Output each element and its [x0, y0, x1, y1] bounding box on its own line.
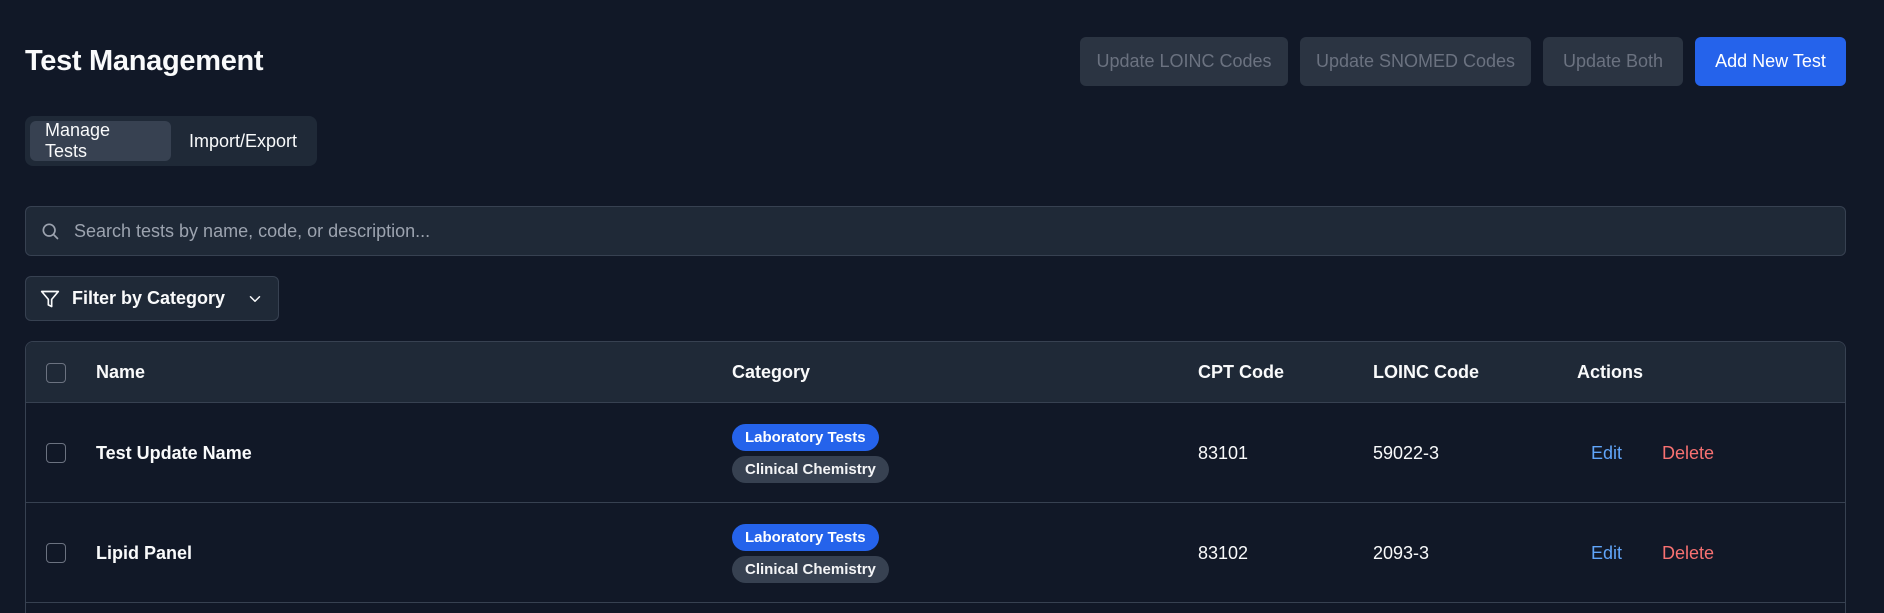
add-new-test-button[interactable]: Add New Test — [1695, 36, 1846, 86]
test-name: Lipid Panel — [96, 542, 193, 563]
delete-button[interactable]: Delete — [1662, 543, 1714, 564]
actions-cell: Edit Delete — [1577, 403, 1714, 503]
chevron-down-icon — [249, 295, 261, 302]
select-all-cell — [46, 342, 66, 403]
actions-cell: Edit Delete — [1577, 503, 1714, 603]
row-select-cell — [46, 403, 66, 503]
update-snomed-codes-button[interactable]: Update SNOMED Codes — [1300, 36, 1531, 86]
tab-list: Manage Tests Import/Export — [25, 116, 317, 166]
tab-manage-tests[interactable]: Manage Tests — [30, 120, 171, 161]
test-name-cell: Lipid Panel — [96, 503, 192, 603]
edit-button[interactable]: Edit — [1591, 443, 1622, 464]
row-checkbox[interactable] — [46, 543, 66, 563]
subcategory-badge: Clinical Chemistry — [732, 455, 889, 483]
table-row: Lipid Panel Laboratory Tests Clinical Ch… — [26, 503, 1845, 603]
column-header-category[interactable]: Category — [732, 342, 810, 403]
table-header: Name Category CPT Code LOINC Code Action… — [26, 342, 1845, 403]
row-checkbox[interactable] — [46, 443, 66, 463]
page-header: Test Management Update LOINC Codes Updat… — [25, 36, 1846, 86]
category-badge: Laboratory Tests — [732, 523, 879, 551]
column-header-cpt-code[interactable]: CPT Code — [1198, 342, 1284, 403]
category-cell: Laboratory Tests Clinical Chemistry — [732, 503, 889, 603]
header-actions: Update LOINC Codes Update SNOMED Codes U… — [1080, 36, 1846, 86]
update-both-button[interactable]: Update Both — [1543, 36, 1683, 86]
test-name: Test Update Name — [96, 442, 252, 463]
row-select-cell — [46, 503, 66, 603]
tests-table: Name Category CPT Code LOINC Code Action… — [25, 341, 1846, 613]
edit-button[interactable]: Edit — [1591, 543, 1622, 564]
category-cell: Laboratory Tests Clinical Chemistry — [732, 403, 889, 503]
test-management-page: Test Management Update LOINC Codes Updat… — [0, 0, 1884, 613]
filter-icon — [40, 290, 60, 307]
subcategory-badge: Clinical Chemistry — [732, 555, 889, 583]
table-row: Test Update Name Laboratory Tests Clinic… — [26, 403, 1845, 503]
filter-label: Filter by Category — [72, 288, 226, 308]
page-title: Test Management — [25, 44, 264, 77]
search-icon — [42, 223, 59, 240]
delete-button[interactable]: Delete — [1662, 443, 1714, 464]
column-header-actions: Actions — [1577, 362, 1644, 382]
test-name-cell: Test Update Name — [96, 403, 252, 503]
filter-by-category-dropdown[interactable]: Filter by Category — [25, 276, 279, 321]
cpt-code: 83102 — [1198, 542, 1249, 563]
column-header-loinc-code[interactable]: LOINC Code — [1373, 342, 1479, 403]
search-bar — [25, 206, 1846, 256]
loinc-code: 59022-3 — [1373, 442, 1440, 463]
update-loinc-codes-button[interactable]: Update LOINC Codes — [1080, 36, 1288, 86]
search-input[interactable] — [74, 220, 1774, 242]
category-badge: Laboratory Tests — [732, 423, 879, 451]
cpt-code: 83101 — [1198, 442, 1249, 463]
select-all-checkbox[interactable] — [46, 362, 66, 383]
tab-import-export[interactable]: Import/Export — [174, 121, 312, 161]
column-header-name[interactable]: Name — [96, 342, 145, 403]
loinc-code: 2093-3 — [1373, 542, 1430, 563]
